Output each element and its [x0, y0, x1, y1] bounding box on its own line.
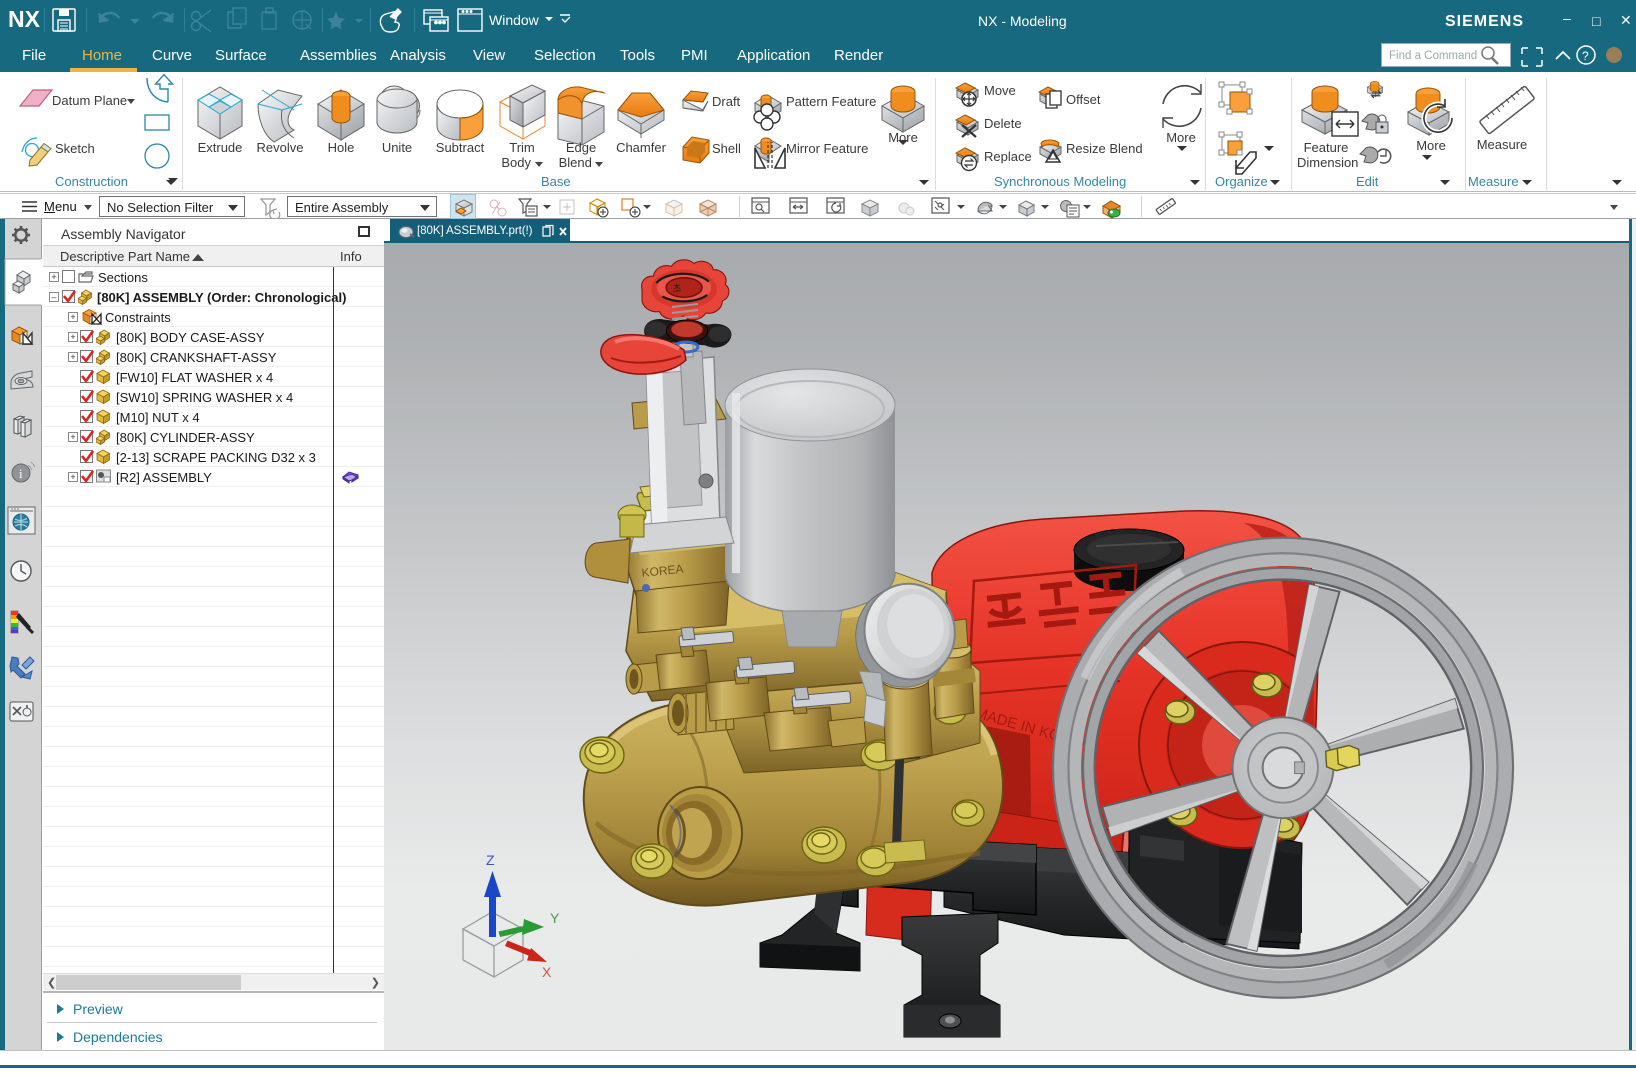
svg-text:Organize: Organize	[1215, 174, 1268, 189]
svg-text:i: i	[19, 466, 23, 481]
svg-text:Synchronous Modeling: Synchronous Modeling	[994, 174, 1126, 189]
svg-text:Measure: Measure	[1468, 174, 1519, 189]
svg-text:초: 초	[672, 282, 682, 295]
svg-text:?: ?	[1582, 49, 1589, 63]
svg-text:Edit: Edit	[1356, 174, 1379, 189]
svg-text:Z: Z	[486, 852, 495, 868]
svg-text:Y: Y	[550, 910, 560, 926]
svg-text:Base: Base	[541, 174, 571, 189]
svg-text:X: X	[542, 964, 552, 980]
svg-text:Construction: Construction	[55, 174, 128, 189]
svg-text:Window: Window	[489, 12, 540, 28]
